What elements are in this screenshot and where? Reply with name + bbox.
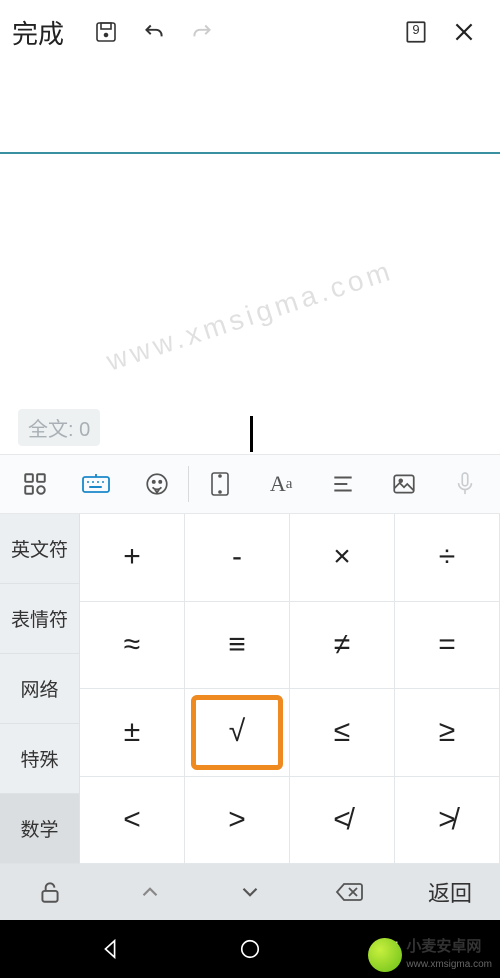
key-0-3[interactable]: ÷: [395, 514, 500, 602]
key-2-0[interactable]: ±: [80, 689, 185, 777]
watermark-logo: 小麦安卓网 www.xmsigma.com: [368, 938, 492, 972]
fullscreen-icon[interactable]: [189, 455, 250, 513]
emoji-icon[interactable]: [127, 455, 188, 513]
page-badge[interactable]: 9: [392, 8, 440, 56]
key-0-2[interactable]: ×: [290, 514, 395, 602]
key-1-2[interactable]: ≠: [290, 602, 395, 690]
editor-body[interactable]: 全文: 0: [0, 154, 500, 454]
key-3-1[interactable]: >: [185, 777, 290, 865]
key-1-0[interactable]: ≈: [80, 602, 185, 690]
key-2-3[interactable]: ≥: [395, 689, 500, 777]
category-4[interactable]: 数学: [0, 794, 80, 864]
key-2-1[interactable]: √: [185, 689, 290, 777]
categories-icon[interactable]: [4, 455, 65, 513]
category-3[interactable]: 特殊: [0, 724, 80, 794]
chevron-down-icon[interactable]: [200, 864, 300, 920]
close-icon[interactable]: [440, 8, 488, 56]
key-3-2[interactable]: ≮: [290, 777, 395, 865]
nav-home-icon[interactable]: [236, 935, 264, 963]
align-icon[interactable]: [312, 455, 373, 513]
redo-icon: [178, 8, 226, 56]
image-icon[interactable]: [373, 455, 434, 513]
mic-icon[interactable]: [435, 455, 496, 513]
key-0-0[interactable]: +: [80, 514, 185, 602]
symbol-keyboard: 英文符表情符网络特殊数学 +-×÷ ≈≡≠= ±√≤≥ <>≮≯: [0, 514, 500, 864]
title-field[interactable]: [0, 64, 500, 154]
watermark-brand-url: www.xmsigma.com: [406, 959, 492, 970]
category-0[interactable]: 英文符: [0, 514, 80, 584]
return-button[interactable]: 返回: [400, 864, 500, 920]
save-icon[interactable]: [82, 8, 130, 56]
key-3-0[interactable]: <: [80, 777, 185, 865]
key-0-1[interactable]: -: [185, 514, 290, 602]
watermark-brand-cn: 小麦安卓网: [406, 939, 492, 954]
char-count-badge: 全文: 0: [18, 409, 100, 446]
done-button[interactable]: 完成: [12, 14, 64, 51]
chevron-up-icon[interactable]: [100, 864, 200, 920]
backspace-icon[interactable]: [300, 864, 400, 920]
text-style-icon[interactable]: Aa: [251, 455, 312, 513]
text-cursor: [250, 416, 253, 452]
category-1[interactable]: 表情符: [0, 584, 80, 654]
key-2-2[interactable]: ≤: [290, 689, 395, 777]
key-1-1[interactable]: ≡: [185, 602, 290, 690]
undo-icon[interactable]: [130, 8, 178, 56]
nav-back-icon[interactable]: [96, 935, 124, 963]
key-3-3[interactable]: ≯: [395, 777, 500, 865]
lock-icon[interactable]: [0, 864, 100, 920]
page-badge-value: 9: [412, 22, 419, 37]
keyboard-icon[interactable]: [65, 455, 126, 513]
category-2[interactable]: 网络: [0, 654, 80, 724]
key-1-3[interactable]: =: [395, 602, 500, 690]
